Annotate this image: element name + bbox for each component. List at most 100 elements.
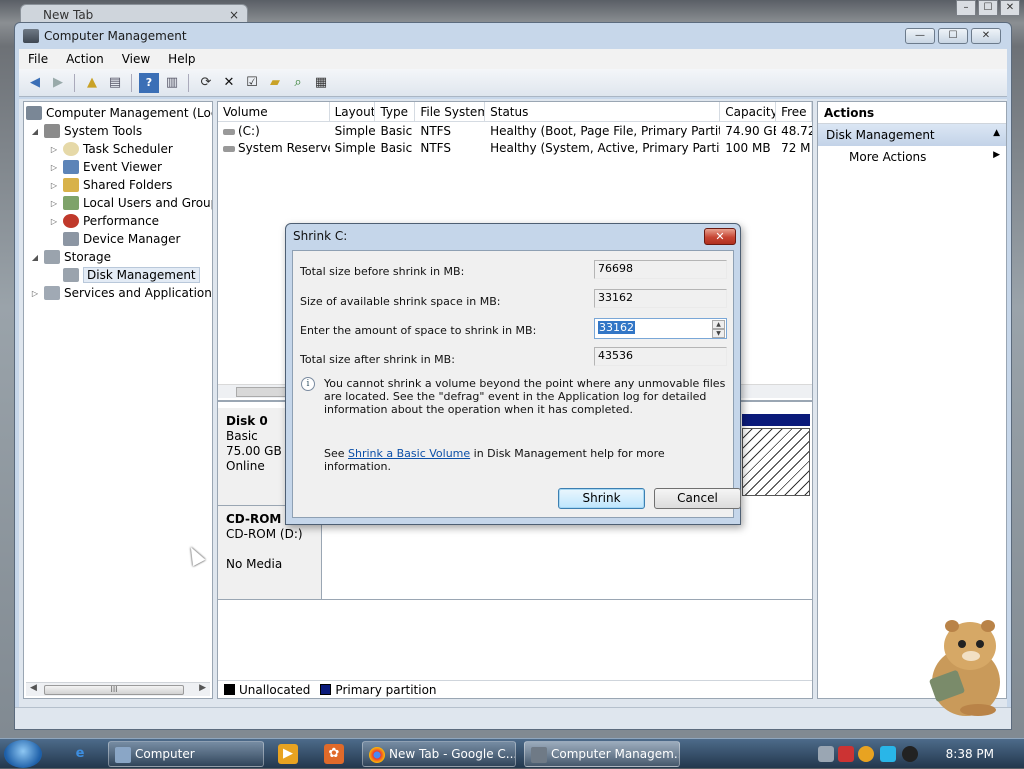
tree-node-task-scheduler[interactable]: ▷ Task Scheduler [49,140,173,158]
maximize-button[interactable]: ☐ [938,28,968,44]
menu-view[interactable]: View [113,52,159,66]
tree-label-system-tools: System Tools [64,124,143,138]
toolbar: ◀ ▶ ▲ ▤ ? ▥ ⟳ ✕ ☑ ▰ ⌕ ▦ [19,69,1007,97]
computer-management-icon [531,747,547,763]
internet-explorer-icon[interactable]: e [70,744,90,764]
expand-icon[interactable]: ▷ [49,181,59,190]
tray-network-icon[interactable] [818,746,834,762]
collapse-icon[interactable]: ◢ [30,253,40,262]
disk0-size: 75.00 GB [226,444,282,458]
tray-tools-icon[interactable] [838,746,854,762]
more-actions-item[interactable]: More Actions ▶ [818,146,1006,168]
properties-icon[interactable]: ☑ [242,73,262,93]
taskbar-button-chrome[interactable]: New Tab - Google C... [362,741,516,767]
cdrom0-drive: CD-ROM (D:) [226,527,303,541]
window-titlebar[interactable]: Computer Management — ☐ ✕ [15,23,1011,49]
menu-help[interactable]: Help [159,52,204,66]
spin-up-icon[interactable]: ▲ [712,320,725,329]
background-minimize-icon[interactable]: – [956,0,976,16]
expand-icon[interactable]: ▷ [30,289,40,298]
legend-primary: Primary partition [335,682,437,697]
available-space-label: Size of available shrink space in MB: [300,295,501,308]
tray-search-icon[interactable] [858,746,874,762]
console-tree: Computer Management (Local ◢ System Tool… [23,101,213,699]
tree-node-device-manager[interactable]: Device Manager [63,230,180,248]
unallocated-swatch [224,684,235,695]
table-row[interactable]: (C:) Simple Basic NTFS Healthy (Boot, Pa… [218,123,812,140]
up-folder-icon[interactable]: ▲ [82,73,102,93]
column-header-type[interactable]: Type [375,102,416,121]
actions-section-disk-management[interactable]: Disk Management ▲ [818,124,1006,146]
cell-volume: (C:) [238,124,260,138]
tray-display-icon[interactable] [880,746,896,762]
app-icon[interactable]: ✿ [324,744,344,764]
dialog-close-button[interactable]: ✕ [704,228,736,245]
tree-node-shared-folders[interactable]: ▷ Shared Folders [49,176,172,194]
partition-block[interactable] [742,428,810,496]
delete-icon[interactable]: ✕ [219,73,239,93]
scroll-left-icon[interactable]: ◀ [30,683,37,693]
minimize-button[interactable]: — [905,28,935,44]
column-header-volume[interactable]: Volume [218,102,330,121]
shrink-amount-stepper[interactable]: 33162 ▲ ▼ [594,318,727,339]
shrink-button[interactable]: Shrink [558,488,645,509]
disk-management-icon [63,268,79,282]
collapse-icon[interactable]: ◢ [30,127,40,136]
tree-node-storage[interactable]: ◢ Storage [30,248,111,266]
background-maximize-icon[interactable]: ☐ [978,0,998,16]
tree-horizontal-scrollbar[interactable]: ◀ III ▶ [26,682,210,696]
tree-node-disk-management[interactable]: Disk Management [63,266,200,284]
scroll-thumb[interactable]: III [44,685,184,695]
forward-icon[interactable]: ▶ [48,73,68,93]
tree-node-event-viewer[interactable]: ▷ Event Viewer [49,158,162,176]
total-before-label: Total size before shrink in MB: [300,265,465,278]
column-header-status[interactable]: Status [485,102,721,121]
help-icon[interactable]: ? [139,72,159,93]
close-button[interactable]: ✕ [971,28,1001,44]
tree-node-performance[interactable]: ▷ Performance [49,212,159,230]
refresh-icon[interactable]: ⟳ [196,73,216,93]
cancel-button[interactable]: Cancel [654,488,741,509]
tray-recording-icon[interactable] [902,746,918,762]
collapse-caret-icon[interactable]: ▲ [993,128,1000,138]
tree-node-local-users[interactable]: ▷ Local Users and Groups [49,194,212,212]
column-header-layout[interactable]: Layout [329,102,376,121]
start-button[interactable] [4,740,42,768]
back-icon[interactable]: ◀ [25,73,45,93]
available-space-value: 33162 [594,289,727,308]
search-icon[interactable]: ⌕ [288,73,308,93]
export-icon[interactable]: ▦ [311,73,331,93]
expand-icon[interactable]: ▷ [49,145,59,154]
shrink-amount-input[interactable]: 33162 [598,321,635,334]
shrink-basic-volume-link[interactable]: Shrink a Basic Volume [348,447,470,460]
background-tab-close-icon[interactable]: × [229,8,239,22]
expand-icon[interactable]: ▷ [49,163,59,172]
show-hide-tree-icon[interactable]: ▤ [105,73,125,93]
scroll-right-icon[interactable]: ▶ [199,683,206,693]
taskbar-button-computer[interactable]: Computer [108,741,264,767]
tree-node-system-tools[interactable]: ◢ System Tools [30,122,142,140]
background-close-icon[interactable]: ✕ [1000,0,1020,16]
column-header-capacity[interactable]: Capacity [720,102,777,121]
menu-file[interactable]: File [19,52,57,66]
show-hide-action-icon[interactable]: ▥ [162,73,182,93]
taskbar-button-computer-management[interactable]: Computer Managem... [524,741,680,767]
tree-node-root[interactable]: Computer Management (Local [26,104,212,122]
performance-icon [63,214,79,228]
expand-icon[interactable]: ▷ [49,217,59,226]
cell-status: Healthy (Boot, Page File, Primary Partit… [490,124,721,138]
table-row[interactable]: System Reserved Simple Basic NTFS Health… [218,140,812,157]
column-header-file-system[interactable]: File System [415,102,486,121]
column-header-free[interactable]: Free [776,102,812,121]
taskbar-label-chrome: New Tab - Google C... [389,747,516,761]
spin-down-icon[interactable]: ▼ [712,329,725,338]
clock[interactable]: 8:38 PM [946,747,994,761]
dialog-body: Total size before shrink in MB: 76698 Si… [292,250,741,518]
drive-icon [223,146,235,152]
expand-icon[interactable]: ▷ [49,199,59,208]
media-player-icon[interactable]: ▶ [278,744,298,764]
tree-node-services[interactable]: ▷ Services and Applications [30,284,212,302]
menu-action[interactable]: Action [57,52,113,66]
open-icon[interactable]: ▰ [265,73,285,93]
cell-type: Basic [380,141,413,155]
